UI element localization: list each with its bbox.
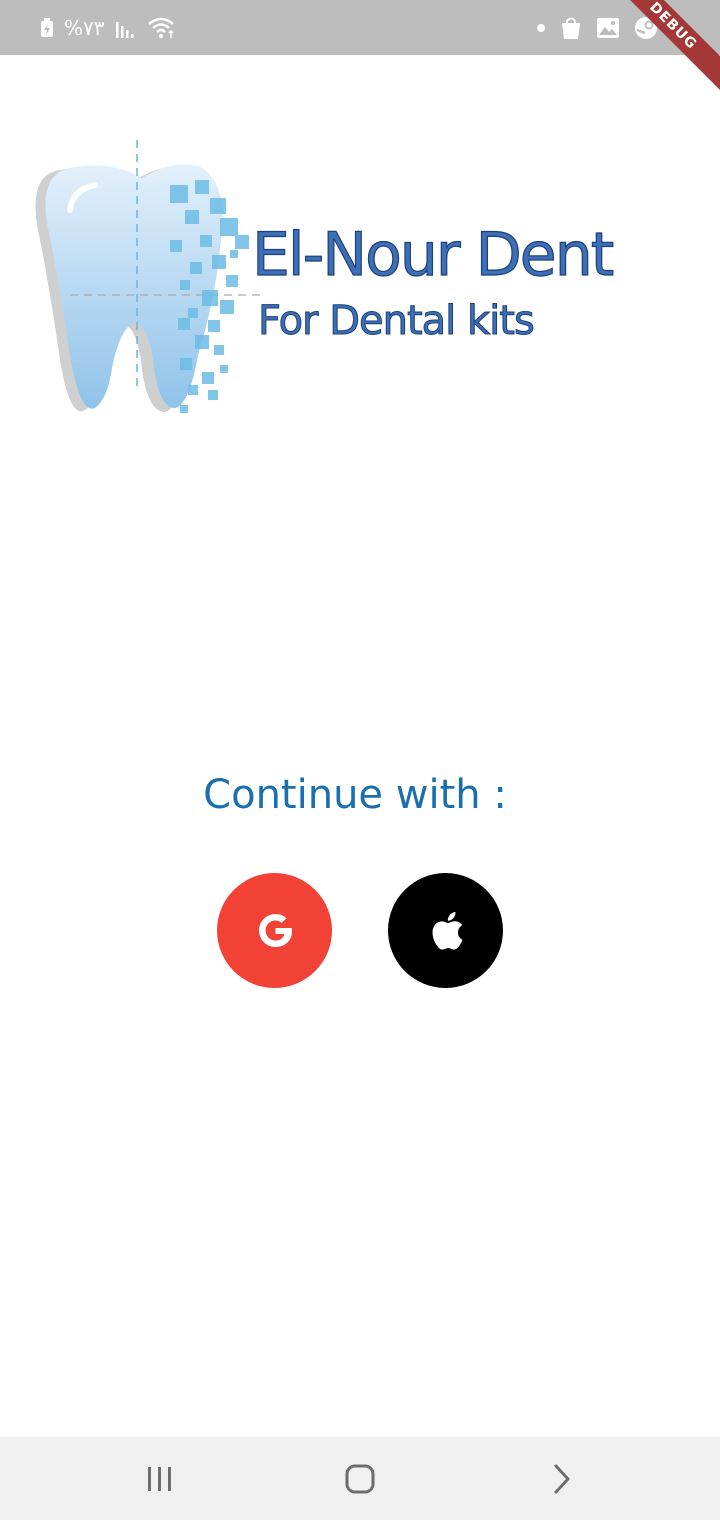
- shopping-bag-icon: [562, 17, 580, 39]
- recent-apps-button[interactable]: [130, 1457, 190, 1501]
- recent-apps-icon: [148, 1467, 171, 1491]
- google-sign-in-button[interactable]: [217, 873, 332, 988]
- continue-with-label: Continue with :: [203, 772, 507, 818]
- google-icon: [258, 913, 292, 947]
- tooth-icon: [35, 140, 260, 413]
- app-logo: El-Nour Dent For Dental kits: [30, 140, 630, 430]
- signal-icon: [115, 22, 133, 38]
- apple-icon: [432, 911, 462, 950]
- status-left: %٧٣: [40, 14, 177, 42]
- battery-percentage: %٧٣: [64, 16, 105, 40]
- logo-title: El-Nour Dent: [251, 219, 614, 290]
- gallery-icon: [597, 18, 619, 38]
- home-button[interactable]: [330, 1457, 390, 1501]
- navigation-bar: [0, 1437, 720, 1520]
- back-button[interactable]: [532, 1457, 592, 1501]
- back-icon: [554, 1464, 570, 1494]
- home-icon: [345, 1464, 375, 1494]
- status-bar: %٧٣ DEBUG: [0, 0, 720, 95]
- dot-icon: [537, 24, 545, 32]
- wifi-icon: [147, 17, 174, 38]
- apple-sign-in-button[interactable]: [388, 873, 503, 988]
- logo-subtitle: For Dental kits: [258, 298, 536, 345]
- battery-charging-icon: [41, 18, 53, 37]
- status-right: [536, 14, 658, 42]
